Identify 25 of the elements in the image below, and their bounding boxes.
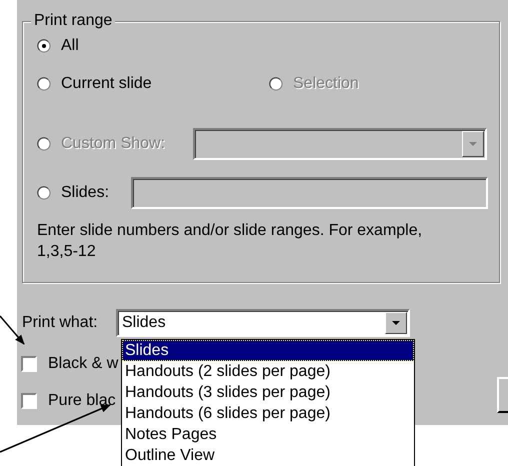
slides-input-field[interactable]: [131, 177, 488, 209]
pointer-arrow: [0, 316, 25, 345]
option-label: Custom Show:: [61, 135, 166, 153]
option-label: Current slide: [61, 75, 152, 93]
checkbox[interactable]: [21, 356, 37, 372]
dropdown-option[interactable]: Handouts (6 slides per page): [122, 403, 414, 424]
checkbox-label: Black & w: [48, 355, 118, 373]
custom-show-dropdown[interactable]: [193, 128, 487, 160]
checkbox-label: Pure blac: [48, 392, 116, 410]
print-what-dropdown[interactable]: Slides: [116, 309, 410, 337]
radio-button[interactable]: [37, 39, 51, 53]
dropdown-option[interactable]: Outline View: [122, 445, 414, 466]
print-what-label: Print what:: [21, 314, 99, 332]
dropdown-option[interactable]: Handouts (3 slides per page): [122, 382, 414, 403]
radio-button[interactable]: [37, 77, 51, 91]
option-label: Selection: [293, 75, 359, 93]
option-label: Slides:: [61, 184, 110, 202]
option-label: All: [61, 37, 79, 55]
group-title: Print range: [31, 12, 116, 30]
dropdown-option[interactable]: Handouts (2 slides per page): [122, 361, 414, 382]
radio-button[interactable]: [37, 186, 51, 200]
checkbox[interactable]: [21, 393, 37, 409]
dropdown-option[interactable]: Notes Pages: [122, 424, 414, 445]
dropdown-option[interactable]: Slides: [122, 340, 414, 361]
hint-text: Enter slide numbers and/or slide ranges. For example, 1,3,5-12: [37, 221, 424, 262]
